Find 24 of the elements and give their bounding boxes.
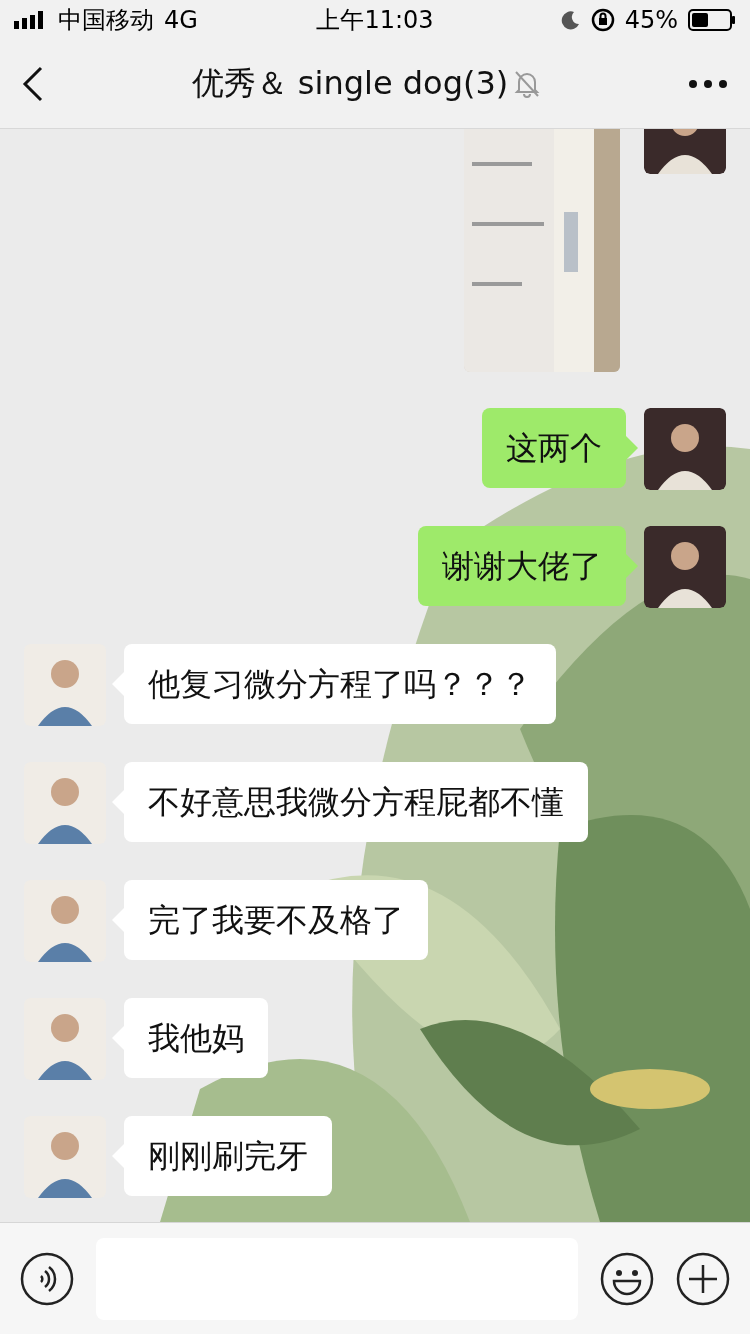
battery-percentage: 45% (624, 6, 678, 34)
clock: 上午11:03 (316, 6, 434, 34)
bubble-tail (626, 436, 638, 460)
avatar[interactable] (644, 408, 726, 490)
rotation-lock-icon (590, 8, 615, 32)
message-bubble[interactable]: 刚刚刷完牙 (124, 1116, 332, 1196)
more-icon[interactable] (688, 79, 728, 89)
emoji-icon[interactable] (600, 1251, 654, 1306)
network-type: 4G (164, 6, 198, 34)
chat-title: 优秀＆ single dog(3) (191, 63, 509, 104)
plus-icon[interactable] (676, 1251, 730, 1306)
message-bubble[interactable]: 他复习微分方程了吗？？？ (124, 644, 556, 724)
avatar[interactable] (644, 526, 726, 608)
battery-icon (688, 9, 736, 31)
bubble-tail (626, 554, 638, 578)
message-bubble[interactable]: 不好意思我微分方程屁都不懂 (124, 762, 588, 842)
carrier-name: 中国移动 (58, 5, 154, 36)
message-bubble[interactable]: 我他妈 (124, 998, 268, 1078)
back-icon[interactable] (22, 66, 44, 102)
moon-icon (560, 10, 581, 30)
message-bubble[interactable]: 这两个 (482, 408, 626, 488)
message-bubble[interactable]: 谢谢大佬了 (418, 526, 626, 606)
voice-icon[interactable] (20, 1251, 74, 1306)
message-bubble[interactable]: 完了我要不及格了 (124, 880, 428, 960)
